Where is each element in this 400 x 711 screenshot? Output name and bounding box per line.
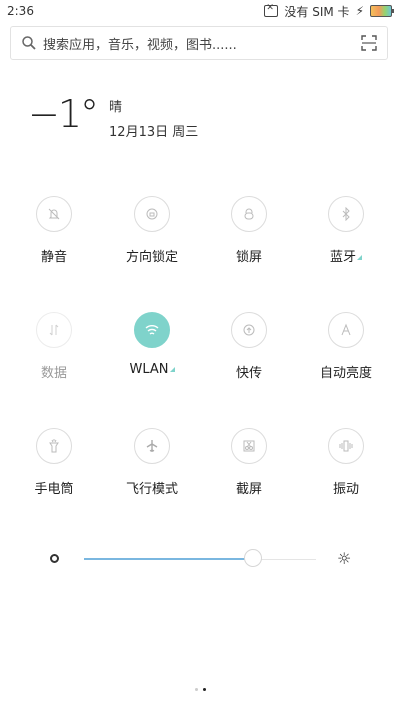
more-indicator-icon	[357, 255, 362, 260]
transfer-icon	[231, 312, 267, 348]
brightness-slider-fill	[84, 558, 247, 560]
toggle-label: 手电筒	[34, 482, 74, 497]
search-bar[interactable]: 搜索应用，音乐，视频，图书......	[10, 26, 388, 60]
toggle-label: 飞行模式	[125, 482, 178, 497]
toggle-label-text: WLAN	[129, 362, 169, 377]
toggle-vibrate[interactable]: 振动	[296, 428, 396, 497]
scan-icon[interactable]	[361, 35, 377, 51]
data-icon	[36, 312, 72, 348]
toggle-auto-brightness[interactable]: 自动亮度	[296, 312, 396, 381]
status-right: 没有 SIM 卡 ⚡	[264, 3, 394, 20]
toggle-label: WLAN	[102, 362, 202, 377]
toggle-label: 静音	[40, 250, 67, 265]
toggle-bluetooth[interactable]: 蓝牙	[296, 196, 396, 265]
status-bar: 2:36 没有 SIM 卡 ⚡	[0, 0, 400, 22]
toggle-rotation-lock[interactable]: 方向锁定	[102, 196, 202, 265]
flashlight-icon	[36, 428, 72, 464]
lock-icon	[231, 196, 267, 232]
bolt-icon: ⚡	[355, 4, 364, 18]
more-indicator-icon	[169, 367, 175, 372]
toggle-flashlight[interactable]: 手电筒	[4, 428, 104, 497]
toggle-airplane-mode[interactable]: 飞行模式	[102, 428, 202, 497]
vibrate-icon	[328, 428, 364, 464]
toggle-label: 自动亮度	[319, 366, 372, 381]
search-input[interactable]: 搜索应用，音乐，视频，图书......	[43, 34, 361, 53]
page-dot-active[interactable]	[202, 688, 206, 691]
weather-info: 晴 12月13日 周三	[109, 96, 198, 140]
toggle-label: 锁屏	[235, 250, 262, 265]
control-center: 2:36 没有 SIM 卡 ⚡ 搜索应用，音乐，视频，图书...... −1° …	[0, 0, 400, 711]
toggle-label: 方向锁定	[125, 250, 178, 265]
sim-status-text: 没有 SIM 卡	[284, 4, 350, 19]
toggle-data[interactable]: 数据	[4, 312, 104, 381]
bell-muted-icon	[36, 196, 72, 232]
rotation-lock-icon	[134, 196, 170, 232]
toggle-silent[interactable]: 静音	[4, 196, 104, 265]
status-time: 2:36	[7, 4, 34, 18]
toggle-label: 蓝牙	[296, 246, 396, 265]
weather-date: 12月13日 周三	[109, 125, 199, 140]
toggle-wlan[interactable]: WLAN	[102, 312, 202, 377]
temperature: −1°	[28, 92, 99, 136]
brightness-control: ☼	[0, 546, 400, 572]
page-dot[interactable]	[194, 688, 198, 691]
brightness-low-icon	[50, 554, 59, 563]
toggle-label: 振动	[332, 482, 359, 497]
toggle-screenshot[interactable]: 截屏	[199, 428, 299, 497]
toggle-label: 数据	[40, 366, 67, 381]
wifi-icon	[134, 312, 170, 348]
brightness-slider-thumb[interactable]	[244, 549, 262, 567]
weather-widget[interactable]: −1° 晴 12月13日 周三	[28, 92, 198, 140]
brightness-high-icon: ☼	[337, 549, 352, 568]
toggle-label: 截屏	[235, 482, 262, 497]
page-indicator	[0, 688, 400, 691]
toggle-label: 快传	[235, 366, 262, 381]
search-icon	[22, 36, 36, 50]
no-sim-icon	[264, 3, 279, 17]
weather-condition: 晴	[109, 100, 123, 115]
screenshot-icon	[231, 428, 267, 464]
toggle-quick-transfer[interactable]: 快传	[199, 312, 299, 381]
toggle-lock-screen[interactable]: 锁屏	[199, 196, 299, 265]
airplane-icon	[134, 428, 170, 464]
bluetooth-icon	[328, 196, 364, 232]
auto-brightness-icon	[328, 312, 364, 348]
toggle-label-text: 蓝牙	[329, 250, 356, 265]
battery-icon	[370, 5, 394, 17]
